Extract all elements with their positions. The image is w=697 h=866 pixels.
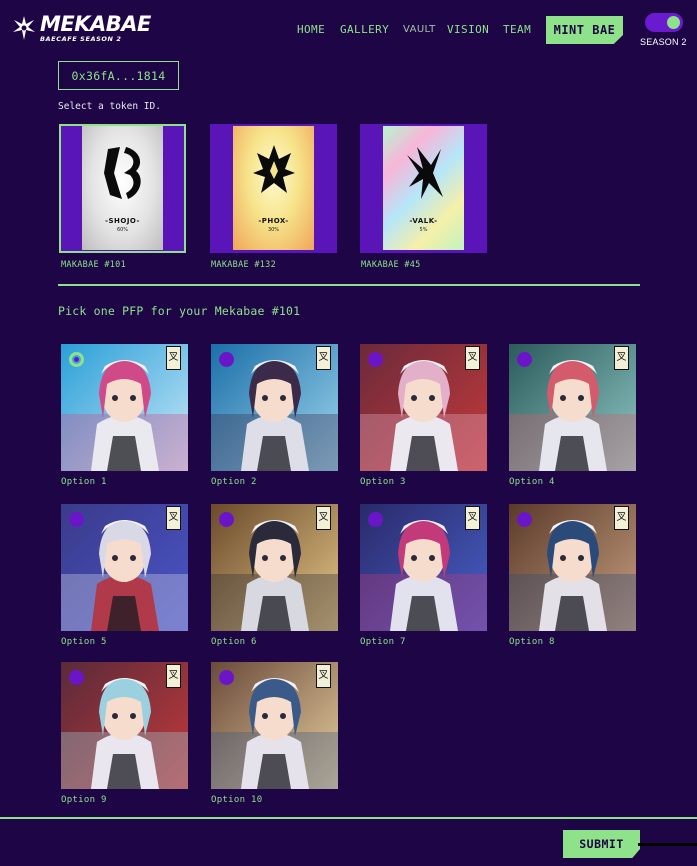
pfp-option-6[interactable]: 叉 — [211, 504, 338, 631]
token-art-shojo: -SHOJO- 60% — [82, 126, 163, 250]
option-radio[interactable] — [517, 512, 532, 527]
nav-home[interactable]: HOME — [297, 23, 325, 36]
phox-emblem-icon — [252, 145, 295, 193]
pfp-option-label: Option 4 — [509, 477, 555, 487]
mahjong-tile-icon: 叉 — [166, 664, 181, 688]
submit-accent-line — [638, 843, 697, 846]
token-card-percent: 5% — [419, 227, 428, 233]
pfp-option-5[interactable]: 叉 — [61, 504, 188, 631]
option-radio[interactable] — [517, 352, 532, 367]
footer-divider — [0, 817, 697, 819]
token-card-name: -PHOX- — [258, 217, 289, 225]
pfp-option-label: Option 7 — [360, 637, 406, 647]
mahjong-tile-icon: 叉 — [316, 664, 331, 688]
mahjong-tile-icon: 叉 — [614, 346, 629, 370]
valk-emblem-icon — [406, 147, 443, 199]
pfp-option-1[interactable]: 叉 — [61, 344, 188, 471]
shojo-emblem-icon — [103, 147, 141, 199]
option-radio[interactable] — [69, 670, 84, 685]
pfp-option-7[interactable]: 叉 — [360, 504, 487, 631]
pfp-option-label: Option 10 — [211, 795, 263, 805]
mint-bae-button[interactable]: MINT BAE — [546, 16, 623, 44]
token-card-101[interactable]: -SHOJO- 60% — [59, 124, 186, 253]
token-card-percent: 60% — [116, 227, 129, 233]
token-art-phox: -PHOX- 30% — [233, 126, 314, 250]
pfp-option-4[interactable]: 叉 — [509, 344, 636, 471]
pfp-option-10[interactable]: 叉 — [211, 662, 338, 789]
pfp-option-label: Option 2 — [211, 477, 257, 487]
option-radio[interactable] — [69, 352, 84, 367]
nav-vault[interactable]: VAULT — [403, 24, 436, 35]
pfp-option-label: Option 5 — [61, 637, 107, 647]
nav-gallery[interactable]: GALLERY — [340, 23, 389, 36]
nav-vision[interactable]: VISION — [447, 23, 489, 36]
pfp-option-label: Option 9 — [61, 795, 107, 805]
pick-pfp-title: Pick one PFP for your Mekabae #101 — [58, 304, 301, 318]
nav-team[interactable]: TEAM — [503, 23, 531, 36]
mahjong-tile-icon: 叉 — [316, 506, 331, 530]
mahjong-tile-icon: 叉 — [166, 346, 181, 370]
toggle-knob — [667, 16, 680, 29]
pfp-option-label: Option 6 — [211, 637, 257, 647]
token-card-45[interactable]: -VALK- 5% — [360, 124, 487, 253]
mahjong-tile-icon: 叉 — [166, 506, 181, 530]
token-label-101: MAKABAE #101 — [61, 260, 127, 270]
season-toggle[interactable] — [645, 13, 683, 32]
option-radio[interactable] — [219, 352, 234, 367]
pfp-option-2[interactable]: 叉 — [211, 344, 338, 471]
section-divider — [58, 284, 640, 286]
season-label: SEASON 2 — [640, 37, 687, 47]
token-label-45: MAKABAE #45 — [361, 260, 421, 270]
submit-button[interactable]: SUBMIT — [563, 830, 640, 858]
mahjong-tile-icon: 叉 — [465, 346, 480, 370]
token-card-name: -SHOJO- — [105, 217, 140, 225]
mahjong-tile-icon: 叉 — [465, 506, 480, 530]
option-radio[interactable] — [69, 512, 84, 527]
pfp-option-label: Option 8 — [509, 637, 555, 647]
pfp-option-8[interactable]: 叉 — [509, 504, 636, 631]
option-radio[interactable] — [368, 512, 383, 527]
token-card-132[interactable]: -PHOX- 30% — [210, 124, 337, 253]
option-radio[interactable] — [219, 512, 234, 527]
pfp-option-label: Option 3 — [360, 477, 406, 487]
token-label-132: MAKABAE #132 — [211, 260, 277, 270]
mahjong-tile-icon: 叉 — [614, 506, 629, 530]
token-art-valk: -VALK- 5% — [383, 126, 464, 250]
mahjong-tile-icon: 叉 — [316, 346, 331, 370]
option-radio[interactable] — [219, 670, 234, 685]
select-token-hint: Select a token ID. — [58, 101, 161, 112]
pfp-option-label: Option 1 — [61, 477, 107, 487]
token-card-name: -VALK- — [409, 217, 438, 225]
pfp-option-9[interactable]: 叉 — [61, 662, 188, 789]
option-radio[interactable] — [368, 352, 383, 367]
pfp-option-3[interactable]: 叉 — [360, 344, 487, 471]
wallet-address-button[interactable]: 0x36fA...1814 — [58, 61, 179, 90]
token-card-percent: 30% — [267, 227, 280, 233]
